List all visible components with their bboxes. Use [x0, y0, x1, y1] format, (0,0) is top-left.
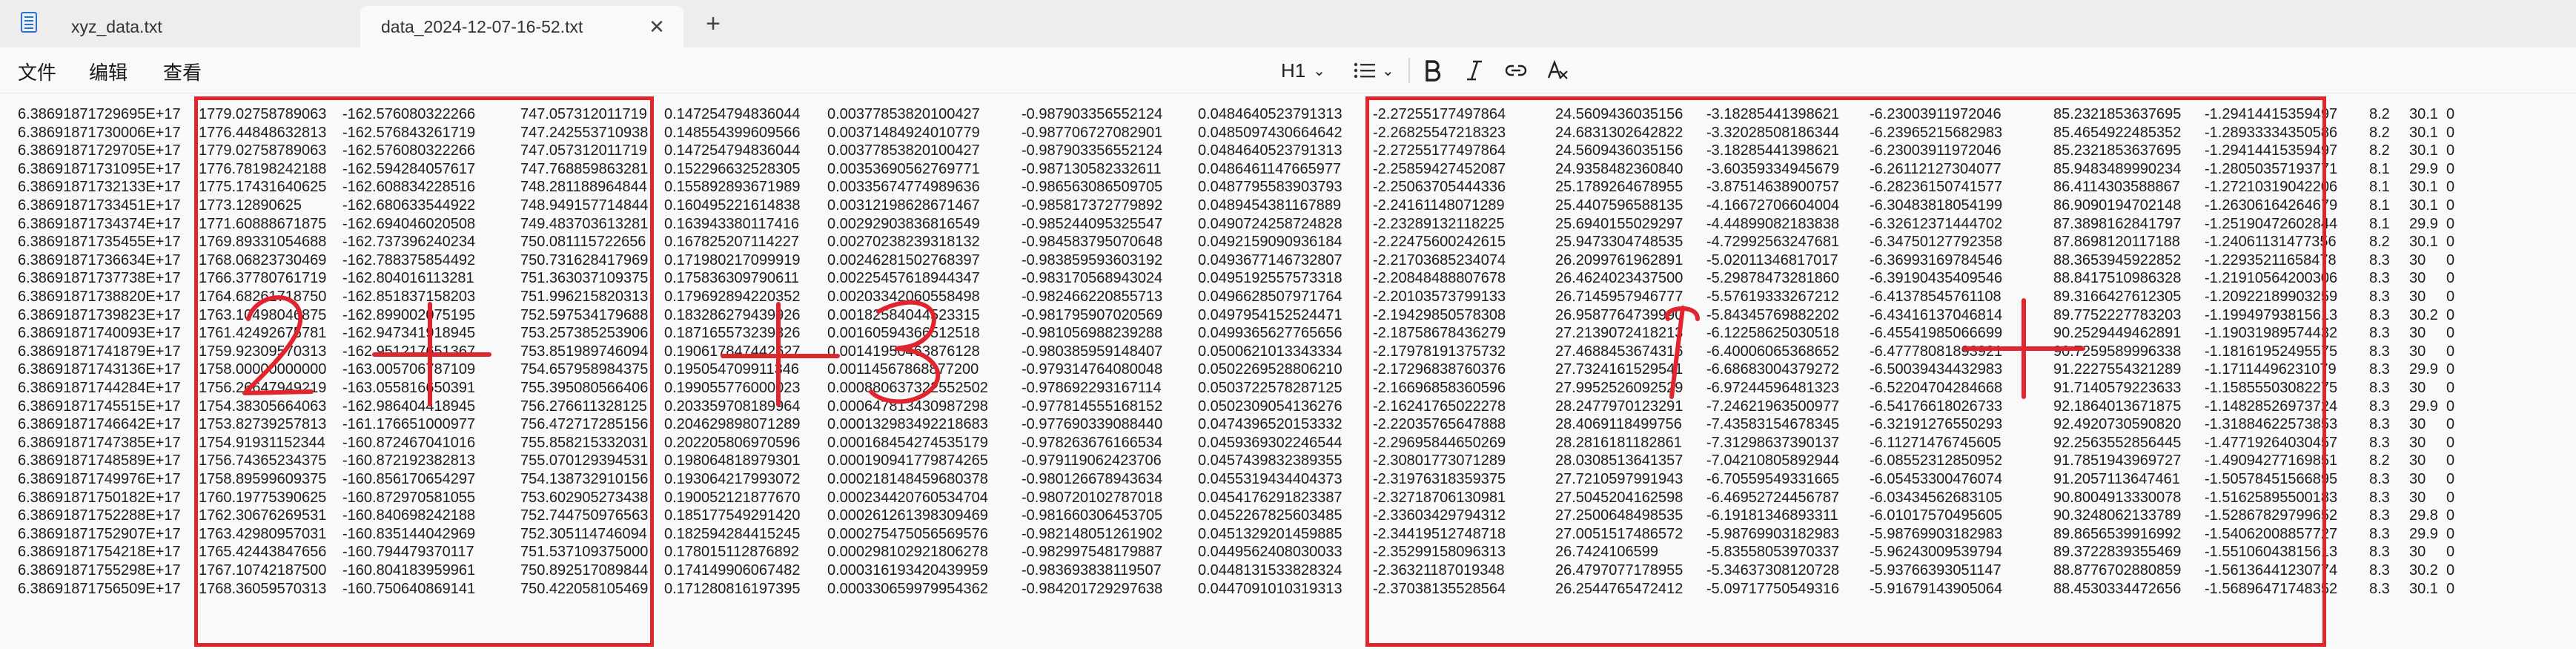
annotation-digit-3 — [869, 300, 941, 404]
annotation-plus-3 — [1962, 298, 2085, 399]
annotation-plus-1 — [372, 302, 491, 406]
annotation-digit-2 — [242, 295, 314, 395]
annotation-mark-left — [1669, 306, 1685, 399]
annotation-plus-2 — [721, 302, 840, 406]
annotation-handwriting — [242, 295, 2085, 406]
